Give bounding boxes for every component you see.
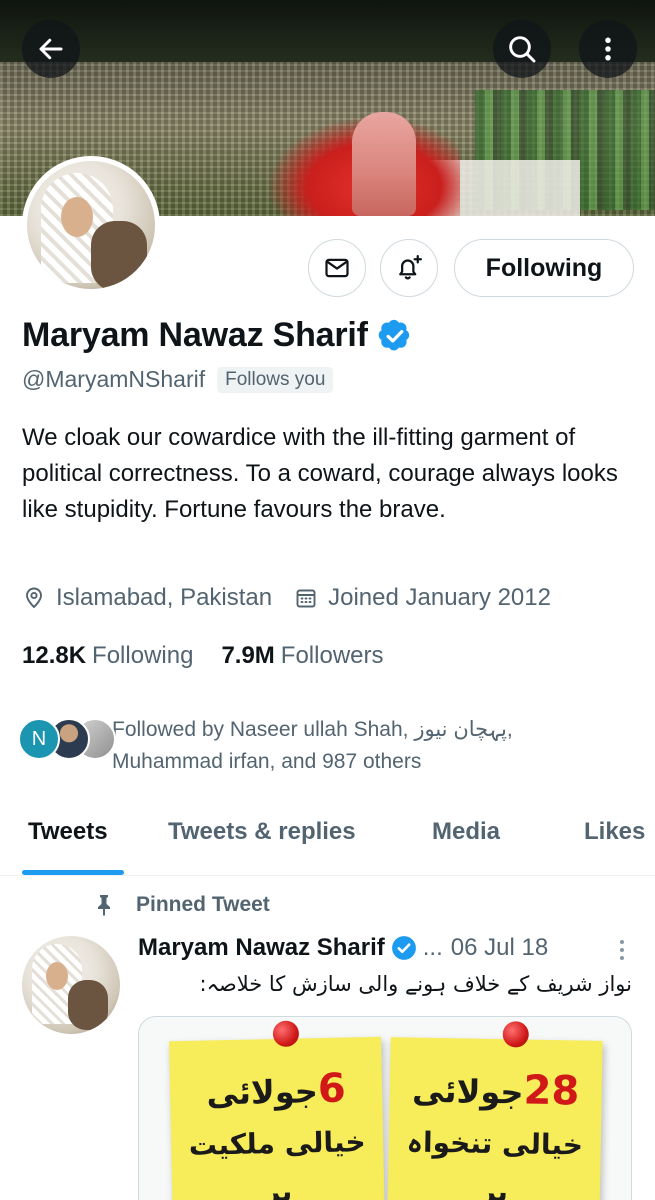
pinned-label: Pinned Tweet [136, 893, 270, 916]
sticky-note: 6جولائی خیالی ملکیت پر [169, 1020, 385, 1200]
location: Islamabad, Pakistan [22, 584, 272, 612]
following-button[interactable]: Following [454, 239, 634, 297]
location-text: Islamabad, Pakistan [56, 584, 273, 611]
note-line2: خیالی تنخواہ [406, 1125, 584, 1162]
followed-by-text: Followed by Naseer ullah Shah, پہچان نیو… [112, 714, 632, 778]
followed-by-line1: Followed by Naseer ullah Shah, پہچان نیو… [112, 718, 513, 741]
profile-name-row: Maryam Nawaz Sharif [22, 316, 412, 355]
more-vertical-icon [620, 940, 624, 960]
tweet-author-avatar[interactable] [22, 936, 120, 1034]
tweet-header: Maryam Nawaz Sharif ... 06 Jul 18 [138, 934, 548, 962]
tab-tweets-replies[interactable]: Tweets & replies [168, 818, 356, 846]
mail-icon [325, 258, 349, 278]
banner-sky [0, 0, 655, 70]
following-count: 12.8K [22, 642, 87, 669]
tweet-more-button[interactable] [612, 936, 632, 969]
message-button[interactable] [308, 239, 366, 297]
bell-plus-icon [399, 255, 422, 280]
followers-count: 7.9M [221, 642, 275, 669]
tweet-date[interactable]: 06 Jul 18 [451, 934, 548, 962]
followed-by-avatars: N [18, 714, 116, 762]
verified-badge-icon [378, 319, 409, 350]
note-line3: پر [479, 1174, 509, 1200]
profile-bio: We cloak our cowardice with the ill-fitt… [22, 424, 618, 523]
followed-by-line2: Muhammad irfan, and 987 others [112, 750, 422, 773]
following-label: Following [92, 642, 194, 669]
tweet-media-image[interactable]: 6جولائی خیالی ملکیت پر 28جولائی خیالی تن… [138, 1016, 632, 1200]
more-vertical-icon [605, 37, 611, 61]
pinned-label-row: Pinned Tweet [92, 892, 270, 918]
follow-stats: 12.8K Following 7.9M Followers [22, 642, 384, 670]
follows-you-badge: Follows you [217, 366, 334, 393]
location-pin-icon [26, 587, 42, 609]
pushpin-icon [272, 1020, 300, 1048]
verified-badge-icon [391, 936, 416, 960]
profile-handle-row: @MaryamNSharif Follows you [22, 366, 334, 393]
joined-text: Joined January 2012 [328, 584, 551, 611]
note-month: جولائی [411, 1071, 524, 1112]
sticky-note: 28جولائی خیالی تنخواہ پر [387, 1021, 603, 1200]
profile-tabs: Tweets Tweets & replies Media Likes [0, 800, 655, 876]
notifications-button[interactable] [380, 239, 438, 297]
more-options-button[interactable] [579, 20, 637, 78]
arrow-left-icon [39, 38, 63, 60]
note-number: 6 [317, 1065, 347, 1113]
tweet-handle-ellipsis: ... [422, 934, 443, 961]
calendar-icon [296, 589, 316, 608]
tweet-text: نواز شریف کے خلاف ہونے والی سازش کا خلاص… [199, 972, 633, 996]
note-month: جولائی [206, 1072, 319, 1113]
following-stat[interactable]: 12.8K Following [22, 642, 193, 670]
active-tab-indicator [22, 870, 124, 875]
note-line2: خیالی ملکیت [188, 1125, 366, 1162]
followers-label: Followers [280, 642, 384, 669]
profile-meta: Islamabad, Pakistan Joined January 2012 [22, 584, 551, 612]
tweet-author-name[interactable]: Maryam Nawaz Sharif [138, 934, 385, 962]
followed-by-section[interactable]: N Followed by Naseer ullah Shah, پہچان ن… [18, 714, 632, 778]
pushpin-icon [502, 1021, 529, 1048]
note-number: 28 [523, 1067, 580, 1115]
back-button[interactable] [22, 20, 80, 78]
followers-stat[interactable]: 7.9M Followers [221, 642, 383, 670]
tab-likes[interactable]: Likes [584, 818, 645, 846]
joined-date: Joined January 2012 [294, 584, 551, 612]
note-line3: پر [263, 1174, 293, 1200]
banner-scarf [352, 112, 416, 216]
search-icon [509, 36, 536, 63]
mini-avatar: N [18, 718, 60, 760]
search-button[interactable] [493, 20, 551, 78]
pin-icon [98, 895, 110, 916]
profile-handle: @MaryamNSharif [22, 366, 206, 392]
tab-media[interactable]: Media [432, 818, 500, 846]
profile-name: Maryam Nawaz Sharif [22, 316, 368, 354]
profile-avatar[interactable] [22, 156, 160, 294]
tab-tweets[interactable]: Tweets [28, 818, 108, 846]
